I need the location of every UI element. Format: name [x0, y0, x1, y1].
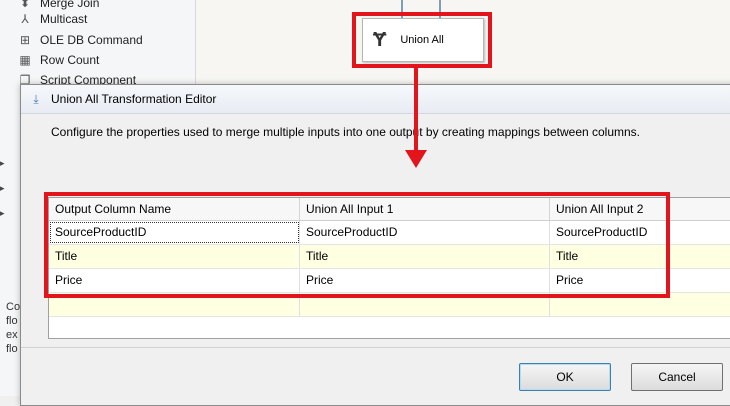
info-line: Co: [6, 301, 21, 313]
dialog-titlebar: ⤓ Union All Transformation Editor: [21, 85, 730, 114]
multicast-icon: ⅄: [21, 12, 29, 26]
toolbox-item-label: Multicast: [40, 12, 88, 26]
info-line: ex: [6, 329, 18, 341]
highlight-arrow: [414, 68, 418, 158]
union-all-icon: ⤓: [33, 91, 39, 106]
info-line: flo: [6, 315, 18, 327]
toolbox-item-multicast[interactable]: ⅄ Multicast: [18, 9, 87, 29]
highlight-box-component: [352, 12, 492, 68]
toolbox-item-label: Row Count: [40, 53, 100, 67]
row-count-icon: ▦: [19, 53, 31, 67]
expand-arrow-icon[interactable]: ▸: [0, 158, 16, 172]
expand-arrow-icon[interactable]: ▸: [0, 183, 16, 197]
arrow-down-icon: [405, 150, 427, 168]
toolbox-info-text: Co flo ex flo: [6, 300, 20, 356]
toolbox-item-ole-db-command[interactable]: ⊞ OLE DB Command: [18, 30, 143, 50]
ole-db-command-icon: ⊞: [19, 33, 31, 47]
dialog-description: Configure the properties used to merge m…: [51, 125, 641, 139]
cancel-button[interactable]: Cancel: [631, 363, 723, 391]
toolbox-item-label: OLE DB Command: [40, 33, 143, 47]
info-line: flo: [6, 343, 18, 355]
expand-arrow-icon[interactable]: ▸: [0, 208, 16, 222]
dialog-title: Union All Transformation Editor: [51, 92, 217, 106]
highlight-box-grid: [44, 192, 670, 298]
divider: [21, 347, 730, 348]
toolbox-item-row-count[interactable]: ▦ Row Count: [18, 50, 99, 70]
ok-button[interactable]: OK: [519, 363, 611, 391]
